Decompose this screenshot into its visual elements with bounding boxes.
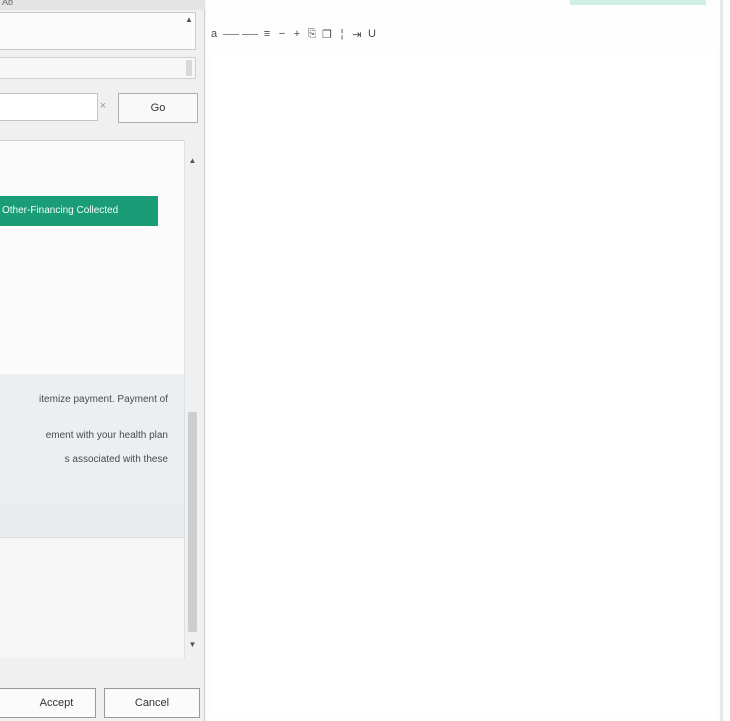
vertical-scrollbar[interactable]: ▲ ▼ — [184, 140, 200, 658]
field-scroll-thumb[interactable] — [186, 60, 192, 76]
scroll-up-arrow-icon[interactable]: ▲ — [185, 154, 200, 168]
scroll-up-icon[interactable]: ▲ — [185, 15, 193, 25]
accept-button[interactable]: Accept — [0, 688, 96, 718]
dash-icon[interactable] — [223, 33, 239, 35]
list-icon[interactable]: ≡ — [261, 25, 273, 43]
description-line-2: ement with your health plan — [45, 430, 168, 441]
lower-blank-area — [0, 538, 184, 658]
text-editor-area[interactable] — [210, 50, 716, 718]
plus-icon[interactable]: + — [291, 25, 303, 43]
minus-icon[interactable]: − — [276, 25, 288, 43]
top-accent-bar — [570, 0, 706, 5]
search-button[interactable]: Go — [118, 93, 198, 123]
list-item-label: Other-Financing Collected — [2, 205, 119, 216]
editor-panel: a ≡ − + ⎘ ❐ ¦ ⇥ U — [206, 0, 730, 721]
search-input[interactable] — [0, 93, 98, 121]
ruler-icon[interactable]: ¦ — [336, 25, 348, 43]
text-field-upper[interactable]: ▲ — [0, 12, 196, 50]
underline-icon[interactable]: U — [366, 25, 378, 43]
copy-icon[interactable]: ❐ — [321, 25, 333, 43]
top-strip: Ab — [0, 0, 205, 10]
description-panel: itemize payment. Payment of ement with y… — [0, 374, 184, 504]
scroll-down-arrow-icon[interactable]: ▼ — [185, 638, 200, 652]
cancel-button[interactable]: Cancel — [104, 688, 200, 718]
dash-icon[interactable] — [242, 33, 258, 35]
editor-toolbar: a ≡ − + ⎘ ❐ ¦ ⇥ U — [206, 22, 496, 46]
dialog-panel: Ab ▲ × Go Other-Financing Collected item… — [0, 0, 205, 721]
clear-icon[interactable]: × — [97, 98, 109, 114]
scrollbar-thumb[interactable] — [188, 412, 197, 632]
list-item-selected[interactable]: Other-Financing Collected — [0, 196, 158, 226]
code-list[interactable]: Other-Financing Collected — [0, 140, 184, 374]
description-line-1: itemize payment. Payment of — [39, 394, 168, 405]
indent-icon[interactable]: ⇥ — [351, 25, 363, 43]
paste-icon[interactable]: ⎘ — [306, 25, 318, 43]
format-a-icon[interactable]: a — [208, 25, 220, 43]
top-strip-label: Ab — [2, 0, 14, 7]
description-footer-band — [0, 504, 184, 538]
text-field-secondary[interactable] — [0, 57, 196, 79]
description-line-3: s associated with these — [64, 454, 168, 465]
editor-right-border — [720, 0, 723, 721]
